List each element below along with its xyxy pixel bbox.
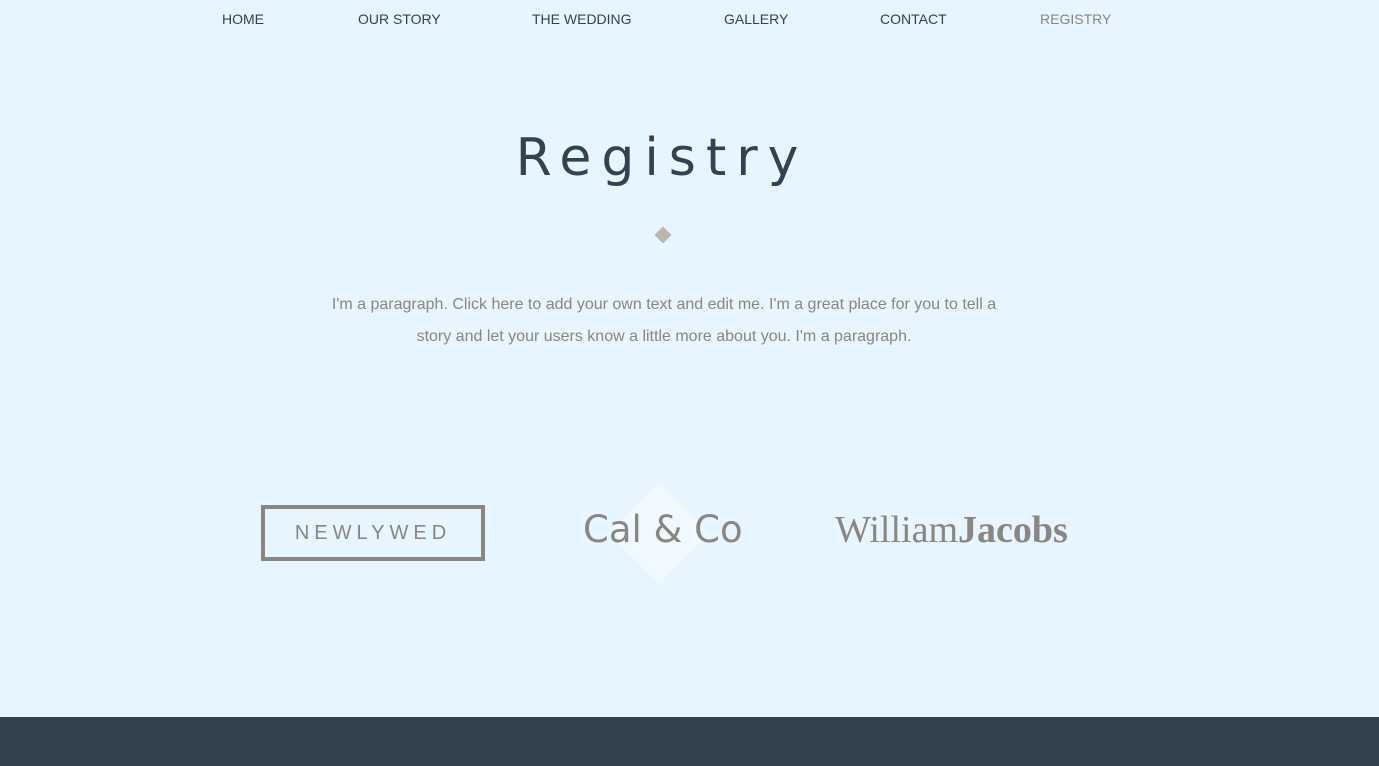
william-jacobs-registry-logo[interactable]: WilliamJacobs	[835, 508, 1068, 552]
footer	[0, 717, 1379, 766]
newlywed-logo-text: NEWLYWED	[294, 521, 452, 544]
william-jacobs-logo-first: William	[835, 509, 958, 551]
newlywed-registry-logo[interactable]: NEWLYWED	[261, 505, 485, 561]
top-navigation: HOME OUR STORY THE WEDDING GALLERY CONTA…	[0, 0, 1379, 38]
diamond-divider-icon	[654, 226, 672, 244]
cal-co-registry-logo[interactable]: Cal & Co	[583, 508, 743, 551]
intro-paragraph: I'm a paragraph. Click here to add your …	[331, 296, 997, 345]
nav-home[interactable]: HOME	[222, 11, 264, 27]
nav-the-wedding[interactable]: THE WEDDING	[532, 11, 632, 27]
nav-registry[interactable]: REGISTRY	[1040, 11, 1111, 27]
page-title: Registry	[515, 128, 809, 188]
nav-our-story[interactable]: OUR STORY	[358, 11, 441, 27]
nav-contact[interactable]: CONTACT	[880, 11, 947, 27]
nav-gallery[interactable]: GALLERY	[724, 11, 788, 27]
william-jacobs-logo-last: Jacobs	[958, 509, 1068, 551]
